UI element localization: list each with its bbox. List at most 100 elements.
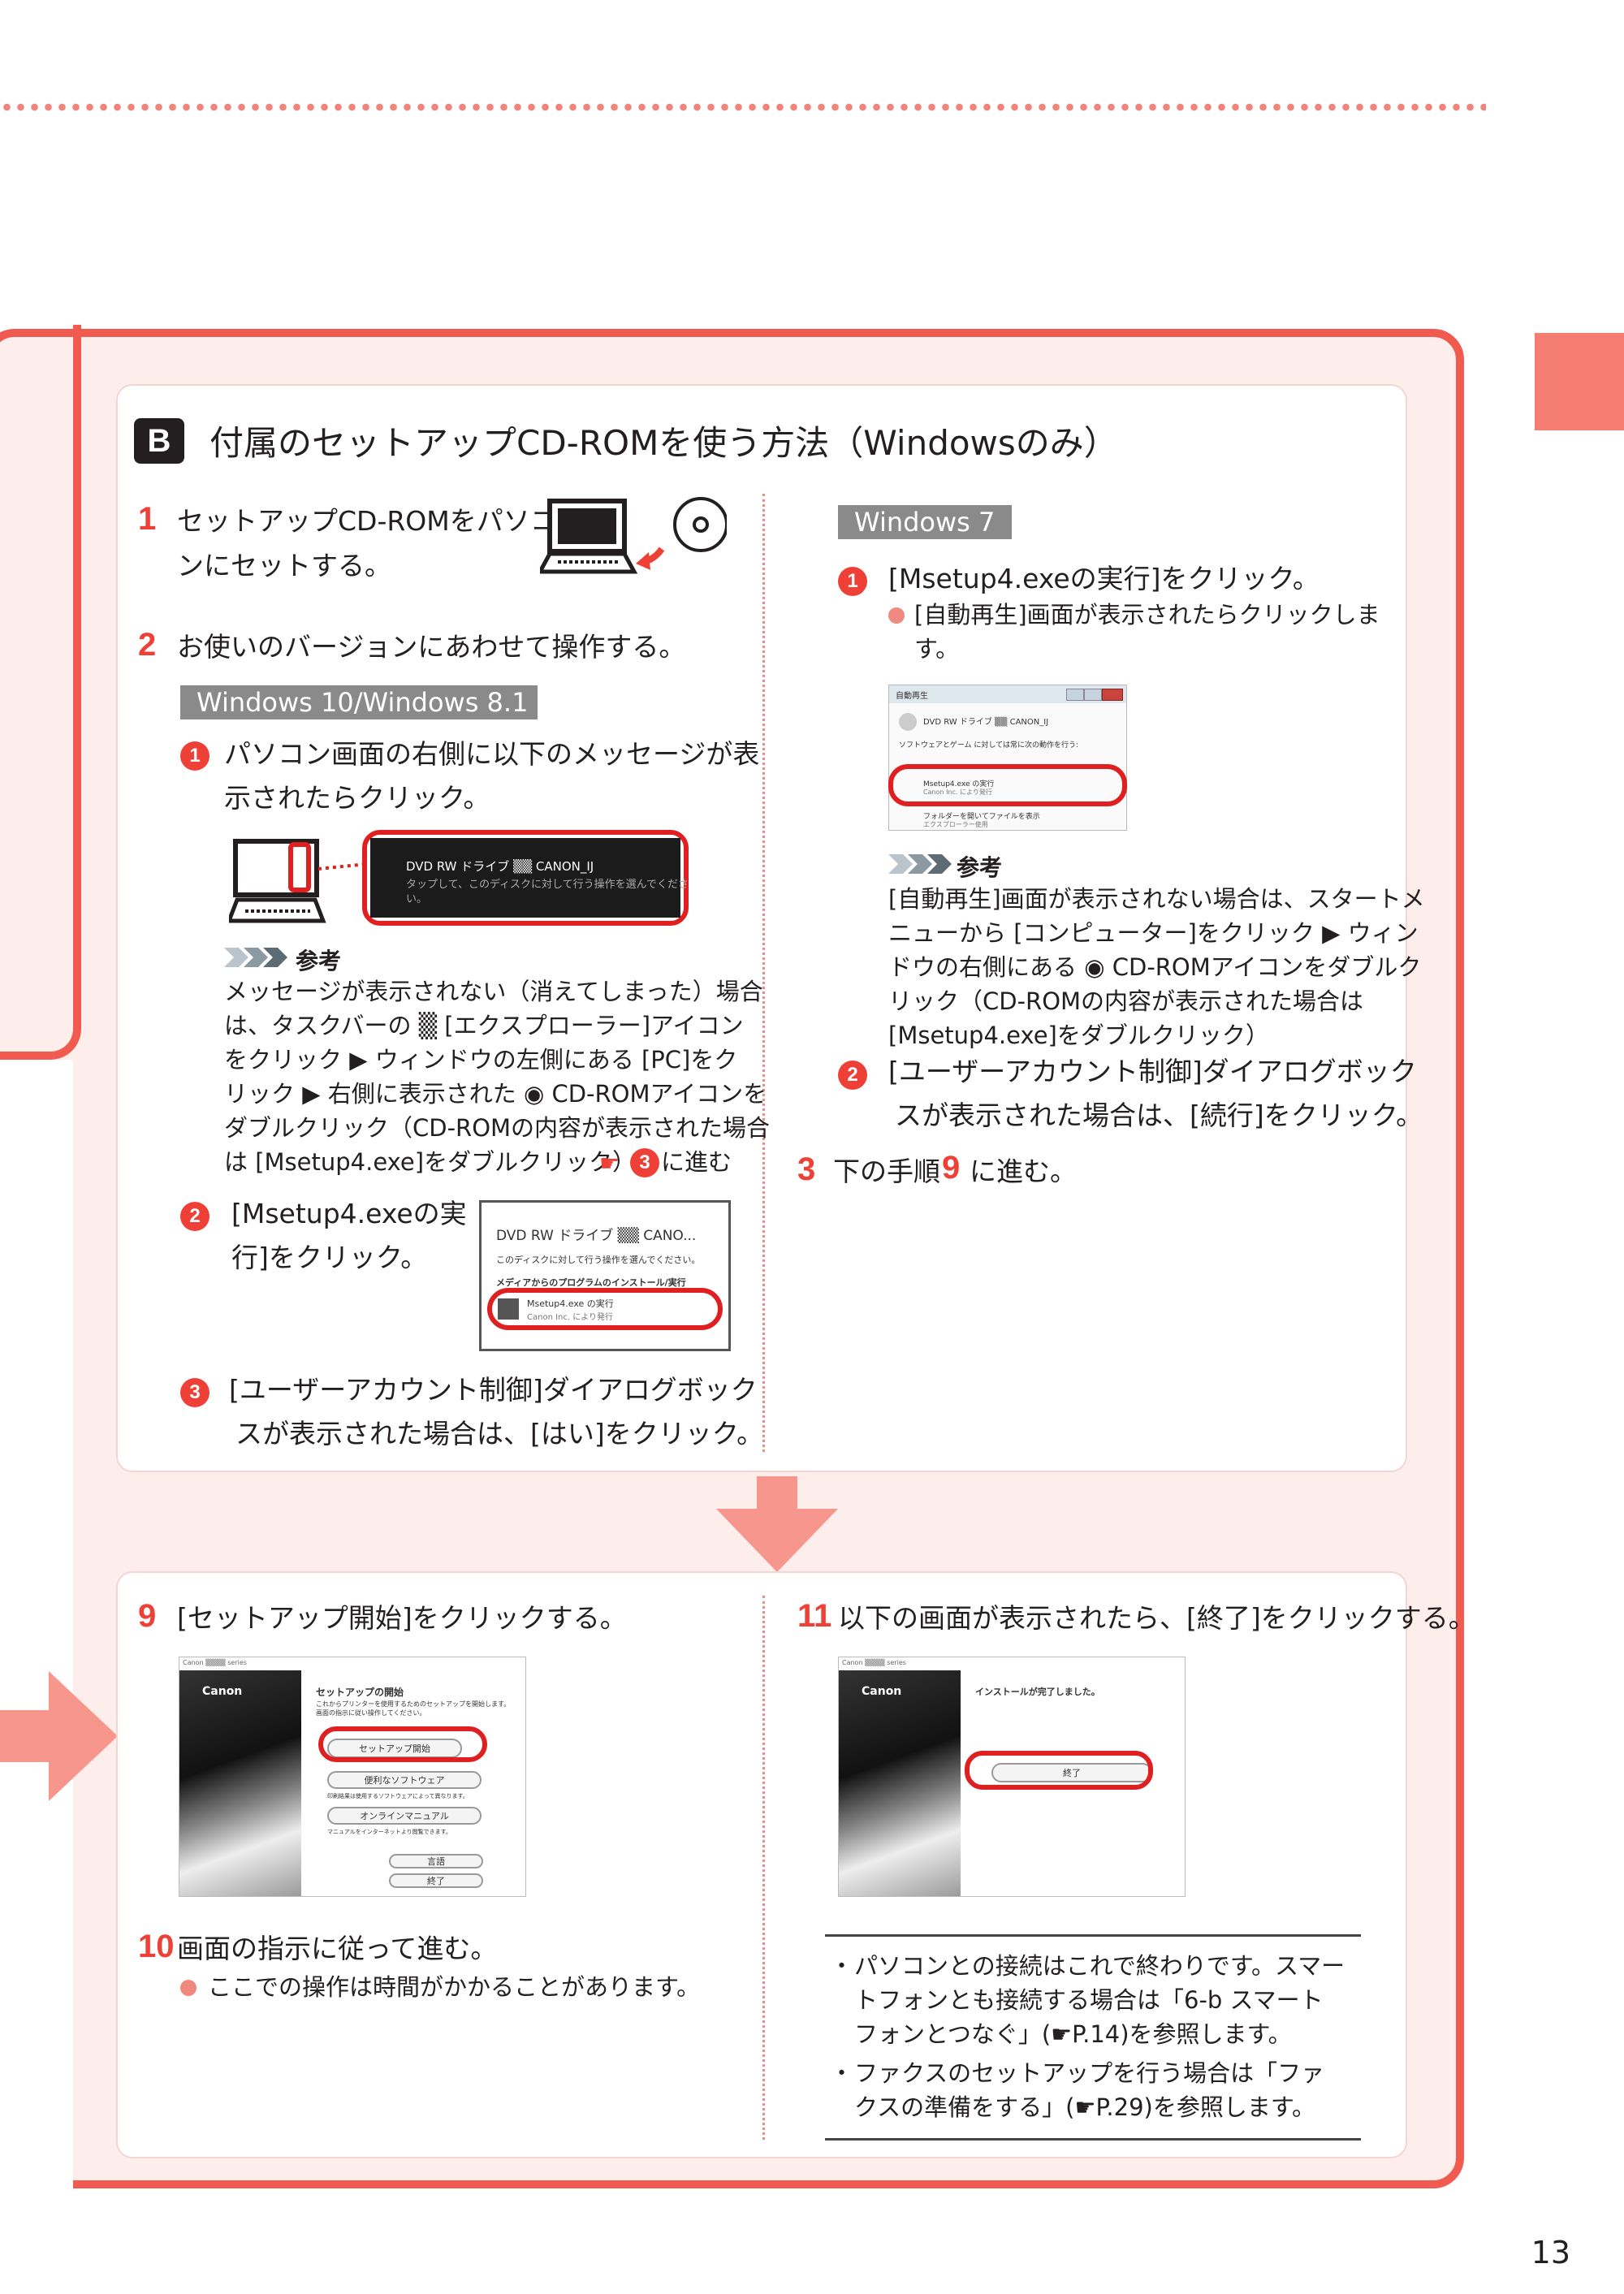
laptop-cd-icon — [536, 497, 728, 581]
win10-s3-line2: スが表示された場合は、[はい]をクリック。 — [235, 1418, 764, 1449]
laptop-icon — [226, 836, 368, 937]
info-rule-bottom — [825, 2138, 1361, 2141]
dialog-title: DVD RW ドライブ ▒▒ CANO... — [496, 1228, 697, 1244]
toast-sub: タップして、このディスクに対して行う操作を選んでくださ — [406, 879, 689, 891]
step-number: 9 — [138, 1598, 157, 1634]
win10-s1-line1: パソコン画面の右側に以下のメッセージが表 — [224, 738, 760, 770]
note-chevrons-icon — [224, 948, 289, 970]
step2-text: お使いのバージョンにあわせて操作する。 — [177, 631, 686, 663]
pointing-hand-icon: ☛ — [599, 1150, 620, 1177]
note-line: ダブルクリック（CD-ROMの内容が表示された場合 — [224, 1114, 771, 1142]
win10-s3-line1: [ユーザーアカウント制御]ダイアログボック — [229, 1374, 758, 1406]
note-header: 参考 — [296, 948, 342, 974]
right-arrow-icon — [0, 1671, 118, 1804]
info-rule-top — [825, 1934, 1361, 1937]
circle-number: 1 — [838, 567, 867, 596]
step3-post: に進む。 — [970, 1156, 1077, 1187]
step-number: 3 — [797, 1151, 816, 1187]
bullet-dot: ・ — [830, 1952, 854, 1980]
column-divider — [762, 1596, 765, 2140]
toast-title: DVD RW ドライブ ▒▒ CANON_IJ — [406, 859, 594, 874]
minimize-icon[interactable] — [1066, 689, 1084, 701]
disc-icon — [899, 713, 917, 731]
finish-highlight — [965, 1751, 1153, 1790]
step10-text: 画面の指示に従って進む。 — [177, 1933, 498, 1964]
step1-line1: セットアップCD-ROMをパソコ — [177, 505, 557, 537]
note-chevrons-icon — [888, 854, 953, 877]
info-line: ファクスのセットアップを行う場合は「ファ — [854, 2059, 1325, 2087]
step3-pre: 下の手順 — [833, 1156, 940, 1187]
step1-line2: ンにセットする。 — [177, 550, 391, 581]
section-badge: B — [134, 418, 184, 464]
column-divider — [762, 494, 765, 1452]
win7-s1-bullet2: す。 — [914, 635, 960, 663]
note-line: [Msetup4.exe]をダブルクリック） — [888, 1022, 1269, 1049]
info-line: フォンとつなぐ」(☛P.14)を参照します。 — [854, 2020, 1292, 2048]
windows10-label: Windows 10/Windows 8.1 — [180, 685, 538, 719]
finish-message: インストールが完了しました。 — [975, 1687, 1100, 1697]
note-header: 参考 — [957, 854, 1003, 881]
info-line: パソコンとの接続はこれで終わりです。スマー — [854, 1952, 1345, 1980]
autoplay-title: 自動再生 — [896, 692, 928, 701]
useful-software-button[interactable]: 便利なソフトウェア — [327, 1771, 482, 1789]
bullet-dot — [180, 1980, 197, 1996]
step10-bullet: ここでの操作は時間がかかることがあります。 — [208, 1973, 701, 2001]
setup-title: セットアップの開始 — [316, 1687, 404, 1698]
note-line: メッセージが表示されない（消えてしまった）場合 — [224, 978, 763, 1005]
chapter-side-tab — [1535, 333, 1624, 430]
circle-number: 2 — [180, 1202, 209, 1231]
circle-number: 1 — [180, 741, 209, 771]
circle-number: 3 — [180, 1378, 209, 1407]
close-icon[interactable] — [1102, 689, 1123, 701]
note-line: [自動再生]画面が表示されない場合は、スタートメ — [888, 885, 1425, 913]
circle-number: 3 — [630, 1148, 659, 1177]
step11-text: 以下の画面が表示されたら、[終了]をクリックする。 — [838, 1602, 1475, 1634]
windows7-label: Windows 7 — [838, 505, 1012, 539]
manual-desc: マニュアルをインターネットより閲覧できます。 — [327, 1829, 451, 1835]
autoplay-check[interactable]: ソフトウェアとゲーム に対しては常に次の動作を行う: — [899, 739, 1078, 750]
step-number: 10 — [138, 1929, 175, 1964]
frame-gap — [0, 1060, 73, 2278]
win10-s2-line1: [Msetup4.exeの実 — [231, 1198, 467, 1229]
win7-s2-line1: [ユーザーアカウント制御]ダイアログボック — [888, 1056, 1417, 1087]
bullet-dot: ・ — [830, 2059, 854, 2087]
setup-start-highlight — [318, 1726, 487, 1762]
page-number: 13 — [1531, 2235, 1570, 2270]
step-number: 2 — [138, 627, 157, 663]
finish-header: Canon ▒▒▒▒ series — [842, 1659, 906, 1666]
win10-s2-line2: 行]をクリック。 — [231, 1242, 428, 1273]
left-frame-fragment — [0, 325, 81, 1060]
maximize-icon[interactable] — [1084, 689, 1102, 701]
note-line: リック（CD-ROMの内容が表示された場合は — [888, 987, 1364, 1015]
step-number: 11 — [797, 1598, 832, 1634]
bullet-dot — [888, 607, 905, 624]
online-manual-button[interactable]: オンラインマニュアル — [327, 1807, 482, 1825]
setup-start-screenshot: Canon ▒▒▒▒ series Canon セットアップの開始 これからプリ… — [179, 1657, 526, 1897]
info-line: クスの準備をする」(☛P.29)を参照します。 — [854, 2093, 1315, 2121]
note-line: は [Msetup4.exe]をダブルクリック） — [224, 1148, 637, 1176]
dialog-highlight — [487, 1288, 723, 1330]
photo-collage — [839, 1670, 961, 1896]
note-line: をクリック ▶ ウィンドウの左側にある [PC]をク — [224, 1046, 738, 1074]
setup-desc: これからプリンターを使用するためのセットアップを開始します。 — [316, 1700, 511, 1708]
autoplay-highlight — [888, 764, 1127, 806]
dialog-line: このディスクに対して行う操作を選んでください。 — [496, 1255, 701, 1265]
win7-s2-line2: スが表示された場合は、[続行]をクリック。 — [895, 1099, 1423, 1131]
toast-notification[interactable]: DVD RW ドライブ ▒▒ CANON_IJ タップして、このディスクに対して… — [370, 838, 689, 918]
note-goto-text: に進む — [661, 1148, 732, 1176]
note-line: は、タスクバーの ▒ [エクスプローラー]アイコン — [224, 1012, 744, 1039]
autoplay-drive: DVD RW ドライブ ▒▒ CANON_IJ — [923, 718, 1049, 727]
win10-s1-line2: 示されたらクリック。 — [224, 782, 490, 814]
setup-header: Canon ▒▒▒▒ series — [183, 1659, 247, 1666]
note-line: ニューから [コンピューター]をクリック ▶ ウィン — [888, 919, 1419, 947]
step3-target: 9 — [942, 1150, 961, 1186]
section-title: 付属のセットアップCD-ROMを使う方法（Windowsのみ） — [209, 423, 1118, 463]
dialog-line: メディアからのプログラムのインストール/実行 — [496, 1277, 686, 1288]
win7-s1-text: [Msetup4.exeの実行]をクリック。 — [888, 563, 1320, 594]
canon-logo: Canon — [862, 1685, 902, 1698]
info-line: トフォンとも接続する場合は「6-b スマート — [854, 1986, 1324, 2014]
software-desc: 印刷結果は使用するソフトウェアによって異なります。 — [327, 1793, 469, 1799]
language-button[interactable]: 言語 — [389, 1854, 483, 1868]
exit-button[interactable]: 終了 — [389, 1873, 483, 1888]
note-line: リック ▶ 右側に表示された ◉ CD-ROMアイコンを — [224, 1080, 767, 1108]
